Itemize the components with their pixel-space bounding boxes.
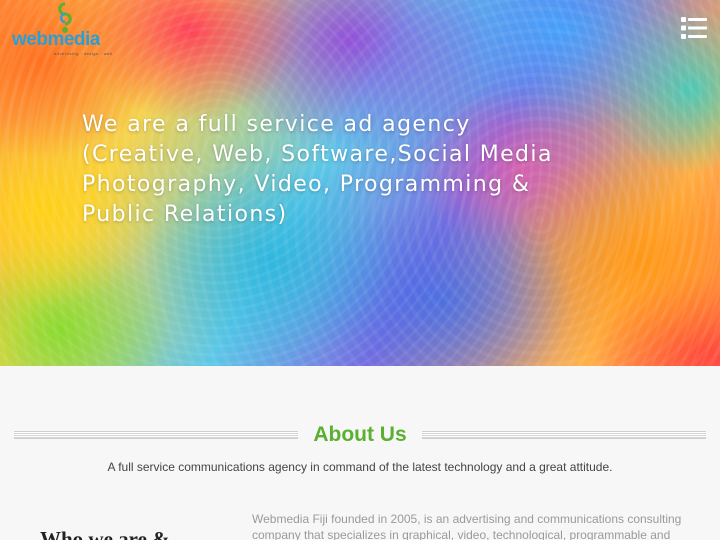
menu-button[interactable] (681, 16, 707, 40)
who-we-are-heading: Who we are & (40, 527, 170, 540)
logo-tagline: advertising · design · web (54, 51, 113, 56)
hero-headline-line: (Creative, Web, Software,Social Media (82, 142, 553, 167)
hero-headline-line: We are a full service ad agency (82, 112, 471, 137)
logo-wordmark: webmedia (12, 29, 100, 50)
list-menu-icon (681, 17, 707, 39)
about-heading-row: About Us (14, 421, 706, 449)
hero-banner: webmedia advertising · design · web We a… (0, 0, 720, 366)
heading-divider-right (422, 431, 706, 439)
about-section: About Us A full service communications a… (0, 366, 720, 540)
heading-divider-left (14, 431, 298, 439)
about-intro-paragraph: Webmedia Fiji founded in 2005, is an adv… (252, 512, 682, 540)
about-tagline: A full service communications agency in … (107, 460, 613, 474)
about-title: About Us (313, 423, 407, 446)
webmedia-logo[interactable]: webmedia advertising · design · web (12, 2, 112, 58)
hero-headline-line: Public Relations) (82, 202, 288, 227)
hero-headline: We are a full service ad agency (Creativ… (82, 110, 692, 230)
hero-headline-line: Photography, Video, Programming & (82, 172, 531, 197)
